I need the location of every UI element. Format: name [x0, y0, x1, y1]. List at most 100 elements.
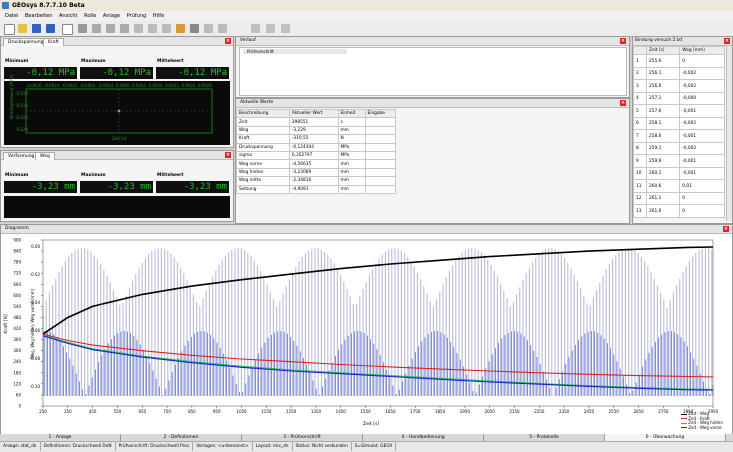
status-layout: Layout: mix_dn [253, 442, 293, 451]
table-cell: Druckspannung [236, 142, 290, 152]
y-tick-label: 360 [13, 337, 21, 342]
menu-anlage[interactable]: Anlage [103, 13, 120, 19]
tab-kraft[interactable]: Kraft [43, 38, 64, 46]
close-icon[interactable]: × [225, 38, 231, 44]
close-icon[interactable]: × [620, 100, 626, 106]
current-values-table: Beschreibung Aktueller Wert Einheit Eing… [236, 108, 397, 194]
menu-datei[interactable]: Datei [5, 13, 18, 19]
table-cell: -0,124304 [288, 142, 339, 152]
input-cell[interactable] [364, 142, 397, 152]
mini-x-tick: -0.0014 [97, 83, 114, 88]
menu-hilfe[interactable]: Hilfe [153, 13, 164, 19]
app-icon [2, 2, 9, 9]
column-header: Zeit [s] [645, 45, 681, 56]
pause-icon[interactable] [266, 24, 275, 33]
mean-label: Mittelwert [157, 59, 184, 64]
tab-anlage[interactable]: 1 - Anlage [0, 434, 121, 441]
data-table-title: Bindung versuch 2.txt [635, 38, 683, 43]
tool-icon[interactable] [218, 24, 227, 33]
table-row[interactable]: 6 258,1 -0,002 [633, 116, 725, 131]
deformation-min-value: -3,23 mm [4, 181, 77, 193]
mini-x-tick: 0.0022 [165, 83, 180, 88]
open-folder-icon[interactable] [18, 24, 27, 33]
table-scrollbar[interactable] [726, 46, 732, 221]
tool-icon[interactable] [120, 24, 129, 33]
table-header-row: Zeit [s] Weg [mm] [633, 45, 725, 56]
close-icon[interactable]: × [723, 226, 729, 232]
mini-y-tick: -0.120 [15, 115, 28, 120]
table-row[interactable]: 2 256,1 -0,002 [633, 66, 725, 81]
skip-icon[interactable] [281, 24, 290, 33]
input-cell[interactable] [364, 134, 397, 144]
close-icon[interactable]: × [724, 38, 730, 44]
table-row[interactable]: 9 259,6 -0,001 [633, 154, 725, 168]
input-cell[interactable] [364, 159, 397, 169]
save-icon[interactable] [32, 24, 41, 33]
menu-bar: Datei Bearbeiten Ansicht Rolle Anlage Pr… [0, 11, 733, 21]
tool-icon[interactable] [176, 24, 185, 33]
table-row[interactable]: 11 260,6 0,01 [633, 179, 725, 193]
tool-icon[interactable] [148, 24, 157, 33]
input-cell[interactable] [364, 176, 397, 186]
mini-x-tick: -0.0024 [43, 83, 60, 88]
table-cell: 261,1 [645, 191, 681, 206]
mini-x-tick: -0.0022 [61, 83, 78, 88]
row-index: 5 [633, 104, 647, 118]
menu-rolle[interactable]: Rolle [84, 13, 96, 19]
save-as-icon[interactable] [46, 24, 55, 33]
pressure-min-value: -0,12 MPa [4, 67, 77, 79]
tool-icon[interactable] [204, 24, 213, 33]
table-row[interactable]: 1 255,6 0 [633, 54, 725, 68]
tab-handbedienung[interactable]: 4 - Handbedienung [363, 434, 484, 441]
tab-pruefvorschrift[interactable]: 3 - Prüfvorschrift [242, 434, 363, 441]
tab-weg[interactable]: Weg [35, 152, 55, 160]
table-cell: mm [337, 167, 366, 178]
y-tick-label: 780 [13, 260, 21, 265]
table-row[interactable]: 13 261,6 0 [633, 204, 725, 218]
tab-definitionen[interactable]: 2 - Definitionen [121, 434, 242, 441]
row-index: 12 [633, 191, 647, 206]
table-row[interactable]: 5 257,6 -0,001 [633, 104, 725, 118]
min-label: Minimum [5, 59, 29, 64]
input-cell[interactable] [364, 184, 397, 194]
table-row[interactable]: 10 260,1 -0,001 [633, 166, 725, 181]
menu-ansicht[interactable]: Ansicht [59, 13, 77, 19]
table-row[interactable]: 12 261,1 0 [633, 191, 725, 206]
y-axis-label-mid: Weg, Weg hinten, Weg vorne [mm] [30, 289, 35, 360]
table-cell: Weg hinten [236, 167, 290, 178]
input-cell[interactable] [364, 117, 397, 127]
input-cell[interactable] [364, 125, 397, 136]
input-cell[interactable] [364, 150, 397, 161]
tool-icon[interactable] [92, 24, 101, 33]
y-tick-label: 0 [18, 404, 21, 409]
tab-verformung[interactable]: Verformung [3, 152, 40, 160]
table-row[interactable]: 3 256,6 -0,002 [633, 79, 725, 93]
document-icon[interactable] [62, 24, 73, 35]
tab-protokolle[interactable]: 5 - Protokolle [484, 434, 605, 441]
stop-icon[interactable] [251, 24, 260, 33]
tab-druckspannung[interactable]: Druckspannung [3, 38, 49, 46]
table-cell: 258,6 [645, 129, 681, 143]
status-pruefvorschrift: Prüfvorschrift: Druckschwell Proc [116, 442, 194, 451]
menu-bearbeiten[interactable]: Bearbeiten [25, 13, 52, 19]
close-icon[interactable]: × [620, 38, 626, 44]
row-index: 8 [633, 141, 647, 156]
tool-icon[interactable] [134, 24, 143, 33]
verlauf-item[interactable]: Prüfvorschrift [243, 49, 347, 54]
tab-ueberwachung[interactable]: 6 - Überwachung [605, 434, 726, 441]
table-row[interactable]: 4 257,1 -0,000 [633, 91, 725, 106]
table-row[interactable]: 7 258,6 -0,001 [633, 129, 725, 143]
tool-icon[interactable] [162, 24, 171, 33]
x-tick-label: 250 [39, 409, 47, 414]
new-file-icon[interactable] [4, 24, 15, 35]
mini-chart-ylabel: Druckspannung [MPa] [9, 74, 14, 119]
close-icon[interactable]: × [225, 152, 231, 158]
table-cell: Kraft [236, 134, 290, 144]
tool-icon[interactable] [106, 24, 115, 33]
tool-icon[interactable] [78, 24, 87, 33]
input-cell[interactable] [364, 167, 397, 178]
x-tick-label: 350 [64, 409, 72, 414]
tool-icon[interactable] [190, 24, 199, 33]
menu-pruefung[interactable]: Prüfung [127, 13, 146, 19]
table-row[interactable]: 8 259,1 -0,002 [633, 141, 725, 156]
